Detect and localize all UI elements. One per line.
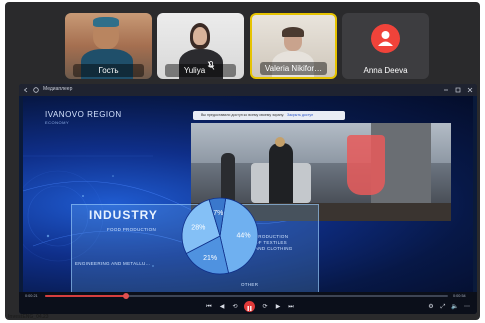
video-call-window: Гость Yuliya Valeria Nikifor… Anna Deeva… xyxy=(5,2,480,320)
volume-icon[interactable]: 🔈 xyxy=(451,303,459,311)
window-title: Медиаплеер xyxy=(43,86,73,92)
pie-value-label-engineering: 28% xyxy=(191,224,205,231)
participant-tile-anna[interactable]: Anna Deeva xyxy=(342,13,429,79)
sync-icon[interactable]: ⟲ xyxy=(231,303,239,311)
maximize-icon[interactable] xyxy=(455,87,461,93)
mic-off-icon xyxy=(207,61,215,70)
next-icon[interactable]: ▶ xyxy=(274,303,282,311)
participant-tile-valeria[interactable]: Valeria Nikifor… xyxy=(250,13,337,79)
participant-tile-yuliya[interactable]: Yuliya xyxy=(157,13,244,79)
participant-name: Anna Deeva xyxy=(363,66,408,75)
participant-name: Yuliya xyxy=(183,66,206,75)
app-icon xyxy=(33,87,39,93)
replay-icon[interactable]: ⟳ xyxy=(261,303,269,311)
rewind-icon[interactable]: ⏮ xyxy=(205,303,213,311)
participant-name: Гость xyxy=(98,66,119,75)
progress-handle[interactable] xyxy=(122,293,129,299)
pie-value-label-textiles: 44% xyxy=(237,233,251,240)
back-arrow-icon[interactable] xyxy=(23,87,29,93)
participant-name: Valeria Nikifor… xyxy=(264,64,323,73)
fullscreen-icon[interactable]: ⤢ xyxy=(439,303,447,311)
close-icon[interactable] xyxy=(467,87,473,93)
pause-icon xyxy=(247,306,252,311)
previous-icon[interactable]: ◀ xyxy=(218,303,226,311)
time-elapsed: 0:00:21 xyxy=(25,294,38,298)
turban-shape xyxy=(93,17,119,27)
headset-shape xyxy=(282,27,304,37)
presentation-slide: IVANOVO REGION ECONOMY Вы предоставили д… xyxy=(23,96,473,292)
participant-tile-guest[interactable]: Гость xyxy=(65,13,152,79)
minimize-icon[interactable] xyxy=(443,87,449,93)
face-shape xyxy=(193,27,207,45)
player-titlebar: Медиаплеер xyxy=(19,84,477,96)
industry-pie-chart: 44% 21% 28% 7% xyxy=(181,197,259,275)
user-icon xyxy=(378,31,393,46)
progress-track[interactable] xyxy=(45,293,448,299)
progress-fill xyxy=(45,295,126,297)
participant-strip: Гость Yuliya Valeria Nikifor… Anna Deeva xyxy=(65,13,435,81)
screen-share: Медиаплеер IVANOVO REGION ECONOMY Вы пре… xyxy=(19,84,477,314)
pause-button[interactable] xyxy=(244,301,255,312)
more-icon[interactable]: ⋯ xyxy=(463,303,471,311)
player-controls: 0:00:21 0:00:54 ⏮ ◀ ⟲ ⟳ ▶ ⏭ ⚙ ⤢ 🔈 ⋯ xyxy=(19,292,477,314)
forward-icon[interactable]: ⏭ xyxy=(287,303,295,311)
avatar xyxy=(371,24,400,53)
file-name: InvestENG_04.23 xyxy=(8,314,49,320)
pie-value-label-other: 21% xyxy=(203,255,217,262)
time-total: 0:00:54 xyxy=(453,294,466,298)
pie-value-label-food: 7% xyxy=(213,210,223,217)
settings-icon[interactable]: ⚙ xyxy=(427,303,435,311)
